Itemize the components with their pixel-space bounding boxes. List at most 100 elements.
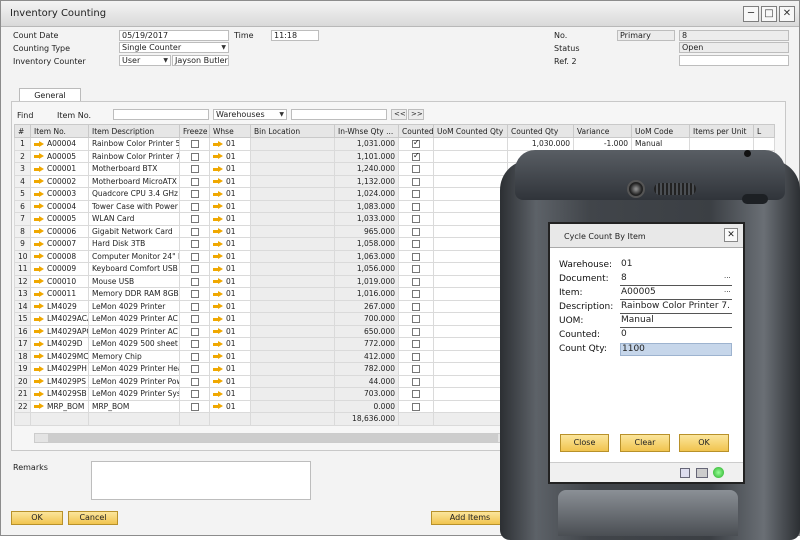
item-no-cell[interactable]: LM4029SB (30, 387, 89, 401)
column-header[interactable]: Counted (398, 124, 434, 138)
no-series-field[interactable]: Primary (617, 30, 675, 41)
column-header[interactable]: Counted Qty (507, 124, 574, 138)
counted-cell-checkbox[interactable] (412, 352, 420, 361)
uom-counted-qty-cell[interactable] (433, 262, 508, 276)
item-description-cell[interactable]: MRP_BOM (88, 399, 180, 413)
bin-location-cell[interactable] (250, 399, 335, 413)
counted-cell[interactable] (398, 237, 434, 251)
counted-cell[interactable] (398, 362, 434, 376)
item-description-cell[interactable]: Rainbow Color Printer 5.0 (88, 137, 180, 151)
close-icon[interactable]: ✕ (779, 6, 795, 22)
link-arrow-icon[interactable] (34, 190, 44, 198)
link-arrow-icon[interactable] (213, 190, 223, 198)
link-arrow-icon[interactable] (213, 378, 223, 385)
table-row[interactable]: 1 A00004 Rainbow Color Printer 5.0 01 1,031.… (14, 137, 775, 151)
item-description-cell[interactable]: LeMon 4029 Printer Powe (88, 374, 180, 388)
counted-cell-checkbox[interactable] (412, 377, 420, 386)
counted-cell[interactable] (398, 137, 434, 151)
link-arrow-icon[interactable] (34, 290, 44, 298)
item-description-cell[interactable]: LeMon 4029 500 sheet pap (88, 337, 180, 351)
link-arrow-icon[interactable] (213, 265, 223, 273)
freeze-cell[interactable] (179, 324, 210, 338)
keyboard-icon[interactable] (680, 468, 690, 478)
bin-location-cell[interactable] (250, 137, 335, 151)
item-no-cell[interactable]: LM4029 (30, 299, 89, 313)
counted-cell-checkbox[interactable] (412, 151, 420, 161)
item-description-cell[interactable]: Tower Case with Power s (88, 199, 180, 213)
counted-cell[interactable] (398, 149, 434, 163)
freeze-cell[interactable] (179, 374, 210, 388)
counted-cell-checkbox[interactable] (412, 215, 420, 224)
freeze-cell[interactable] (179, 274, 210, 288)
dialog-close-icon[interactable]: ✕ (724, 228, 738, 242)
freeze-cell-checkbox[interactable] (190, 302, 199, 311)
link-arrow-icon[interactable] (213, 328, 223, 335)
item-no-cell[interactable]: LM4029PS (30, 374, 89, 388)
item-no-cell[interactable]: C00009 (30, 262, 89, 276)
link-arrow-icon[interactable] (213, 228, 223, 235)
counted-cell[interactable] (398, 299, 434, 313)
freeze-cell-checkbox[interactable] (190, 152, 199, 161)
counted-cell-checkbox[interactable] (412, 327, 420, 336)
link-arrow-icon[interactable] (34, 403, 44, 410)
item-no-cell[interactable]: C00004 (30, 199, 89, 213)
document-lookup-icon[interactable]: ... (724, 272, 731, 280)
freeze-cell[interactable] (179, 337, 210, 351)
bin-location-cell[interactable] (250, 362, 335, 376)
freeze-cell[interactable] (179, 399, 210, 413)
counted-qty-cell[interactable]: 1,030.000 (507, 137, 574, 151)
freeze-cell-checkbox[interactable] (190, 365, 199, 374)
column-header[interactable]: Items per Unit (689, 124, 754, 138)
uom-counted-qty-cell[interactable] (433, 274, 508, 288)
item-no-cell[interactable]: C00008 (30, 249, 89, 263)
freeze-cell-checkbox[interactable] (190, 290, 199, 299)
counted-cell-checkbox[interactable] (412, 265, 420, 274)
counted-cell-checkbox[interactable] (412, 390, 420, 399)
count-qty-input[interactable]: 1100 (620, 343, 732, 356)
freeze-cell[interactable] (179, 174, 210, 188)
link-arrow-icon[interactable] (34, 215, 44, 223)
counted-cell-checkbox[interactable] (412, 177, 420, 186)
whse-cell[interactable]: 01 (209, 199, 251, 213)
column-header[interactable]: Item Description (88, 124, 180, 138)
link-arrow-icon[interactable] (34, 178, 44, 185)
uom-counted-qty-cell[interactable] (433, 387, 508, 401)
uom-counted-qty-cell[interactable] (433, 337, 508, 351)
whse-cell[interactable]: 01 (209, 374, 251, 388)
item-value[interactable]: A00005 (620, 287, 732, 300)
column-header[interactable]: Item No. (30, 124, 89, 138)
bin-location-cell[interactable] (250, 349, 335, 363)
counted-cell-checkbox[interactable] (412, 190, 420, 199)
item-description-cell[interactable]: Motherboard MicroATX (88, 174, 180, 188)
freeze-cell[interactable] (179, 187, 210, 201)
item-description-cell[interactable]: Memory Chip (88, 349, 180, 363)
freeze-cell[interactable] (179, 387, 210, 401)
counted-cell[interactable] (398, 187, 434, 201)
freeze-cell[interactable] (179, 149, 210, 163)
uom-counted-qty-cell[interactable] (433, 174, 508, 188)
dialog-ok-button[interactable]: OK (679, 434, 729, 452)
link-arrow-icon[interactable] (34, 165, 44, 173)
counted-cell-checkbox[interactable] (412, 365, 420, 374)
freeze-cell[interactable] (179, 137, 210, 151)
counted-cell-checkbox[interactable] (412, 202, 420, 211)
find-warehouse-input[interactable] (291, 109, 387, 120)
freeze-cell-checkbox[interactable] (190, 252, 199, 261)
uom-counted-qty-cell[interactable] (433, 237, 508, 251)
item-no-cell[interactable]: C00011 (30, 287, 89, 301)
whse-cell[interactable]: 01 (209, 287, 251, 301)
uom-counted-qty-cell[interactable] (433, 324, 508, 338)
freeze-cell-checkbox[interactable] (190, 390, 199, 399)
item-no-cell[interactable]: C00001 (30, 162, 89, 176)
counted-cell[interactable] (398, 349, 434, 363)
item-description-cell[interactable]: Memory DDR RAM 8GB (88, 287, 180, 301)
freeze-cell-checkbox[interactable] (190, 377, 199, 386)
freeze-cell-checkbox[interactable] (190, 402, 199, 411)
whse-cell[interactable]: 01 (209, 137, 251, 151)
freeze-cell-checkbox[interactable] (190, 327, 199, 336)
column-header[interactable]: Freeze (179, 124, 210, 138)
scrollbar-thumb[interactable] (48, 434, 498, 442)
uom-counted-qty-cell[interactable] (433, 312, 508, 326)
time-field[interactable]: 11:18 (271, 30, 319, 41)
freeze-cell-checkbox[interactable] (190, 177, 199, 186)
